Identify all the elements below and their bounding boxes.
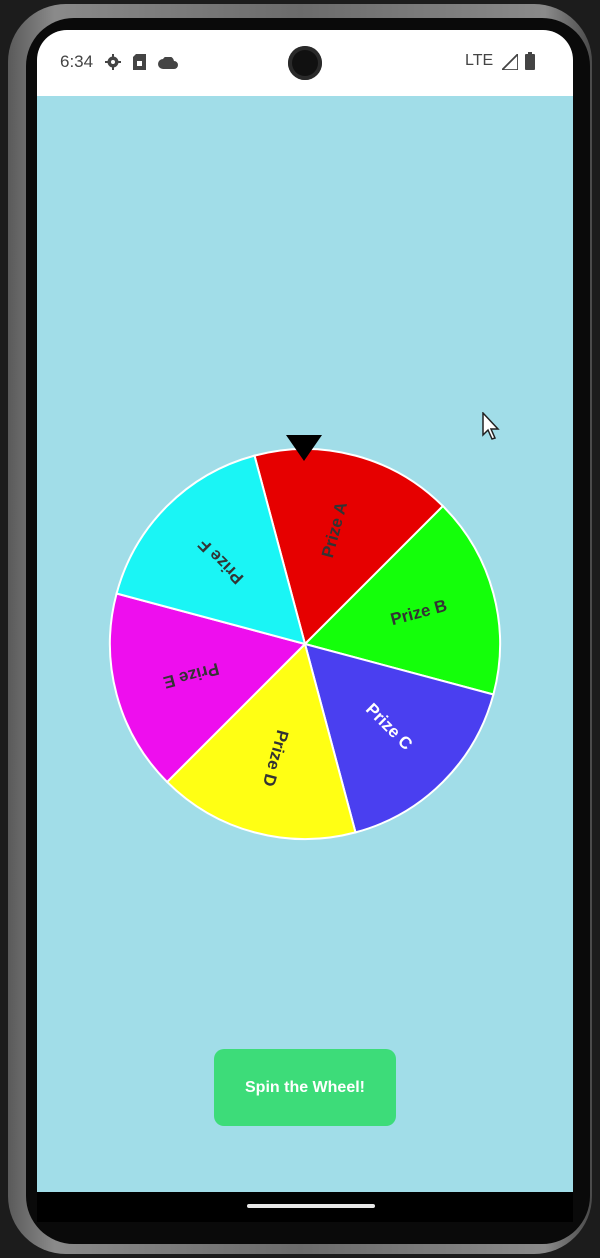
home-gesture-handle[interactable] [247, 1204, 375, 1208]
cloud-icon [158, 56, 178, 74]
gear-icon [105, 54, 121, 75]
battery-icon [525, 52, 535, 75]
app-content: Prize A Prize B Prize C Prize D Prize E Prize… [37, 96, 573, 1192]
sim-card-icon [133, 54, 146, 75]
prize-wheel[interactable]: Prize APrize BPrize CPrize DPrize EPrize… [37, 96, 573, 1192]
status-bar: 6:34 LTE [37, 30, 573, 96]
status-time: 6:34 [60, 52, 94, 71]
spin-wheel-button[interactable]: Spin the Wheel! [214, 1049, 396, 1126]
device-screen: 6:34 LTE Prize A Prize B Prize C Prize D Pri… [37, 30, 573, 1222]
front-camera [288, 46, 322, 80]
network-type: LTE [465, 52, 494, 69]
signal-icon [499, 51, 519, 75]
mouse-cursor-icon [482, 412, 500, 440]
